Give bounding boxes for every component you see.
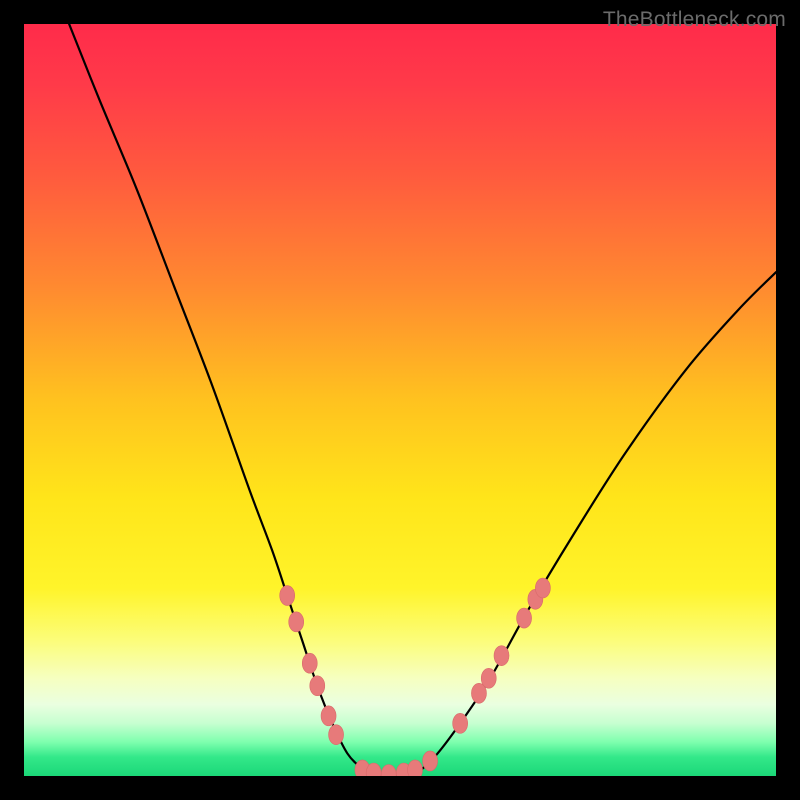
data-marker — [302, 653, 317, 673]
data-marker — [408, 760, 423, 776]
watermark-text: TheBottleneck.com — [603, 8, 786, 32]
chart-svg — [24, 24, 776, 776]
data-marker — [310, 676, 325, 696]
data-marker — [423, 751, 438, 771]
data-marker — [535, 578, 550, 598]
data-marker — [517, 608, 532, 628]
data-marker — [280, 586, 295, 606]
data-marker — [289, 612, 304, 632]
data-marker — [453, 713, 468, 733]
chart-plot-area — [24, 24, 776, 776]
data-marker — [321, 706, 336, 726]
data-marker — [494, 646, 509, 666]
data-marker — [329, 725, 344, 745]
data-marker — [481, 668, 496, 688]
chart-frame: TheBottleneck.com — [0, 0, 800, 800]
